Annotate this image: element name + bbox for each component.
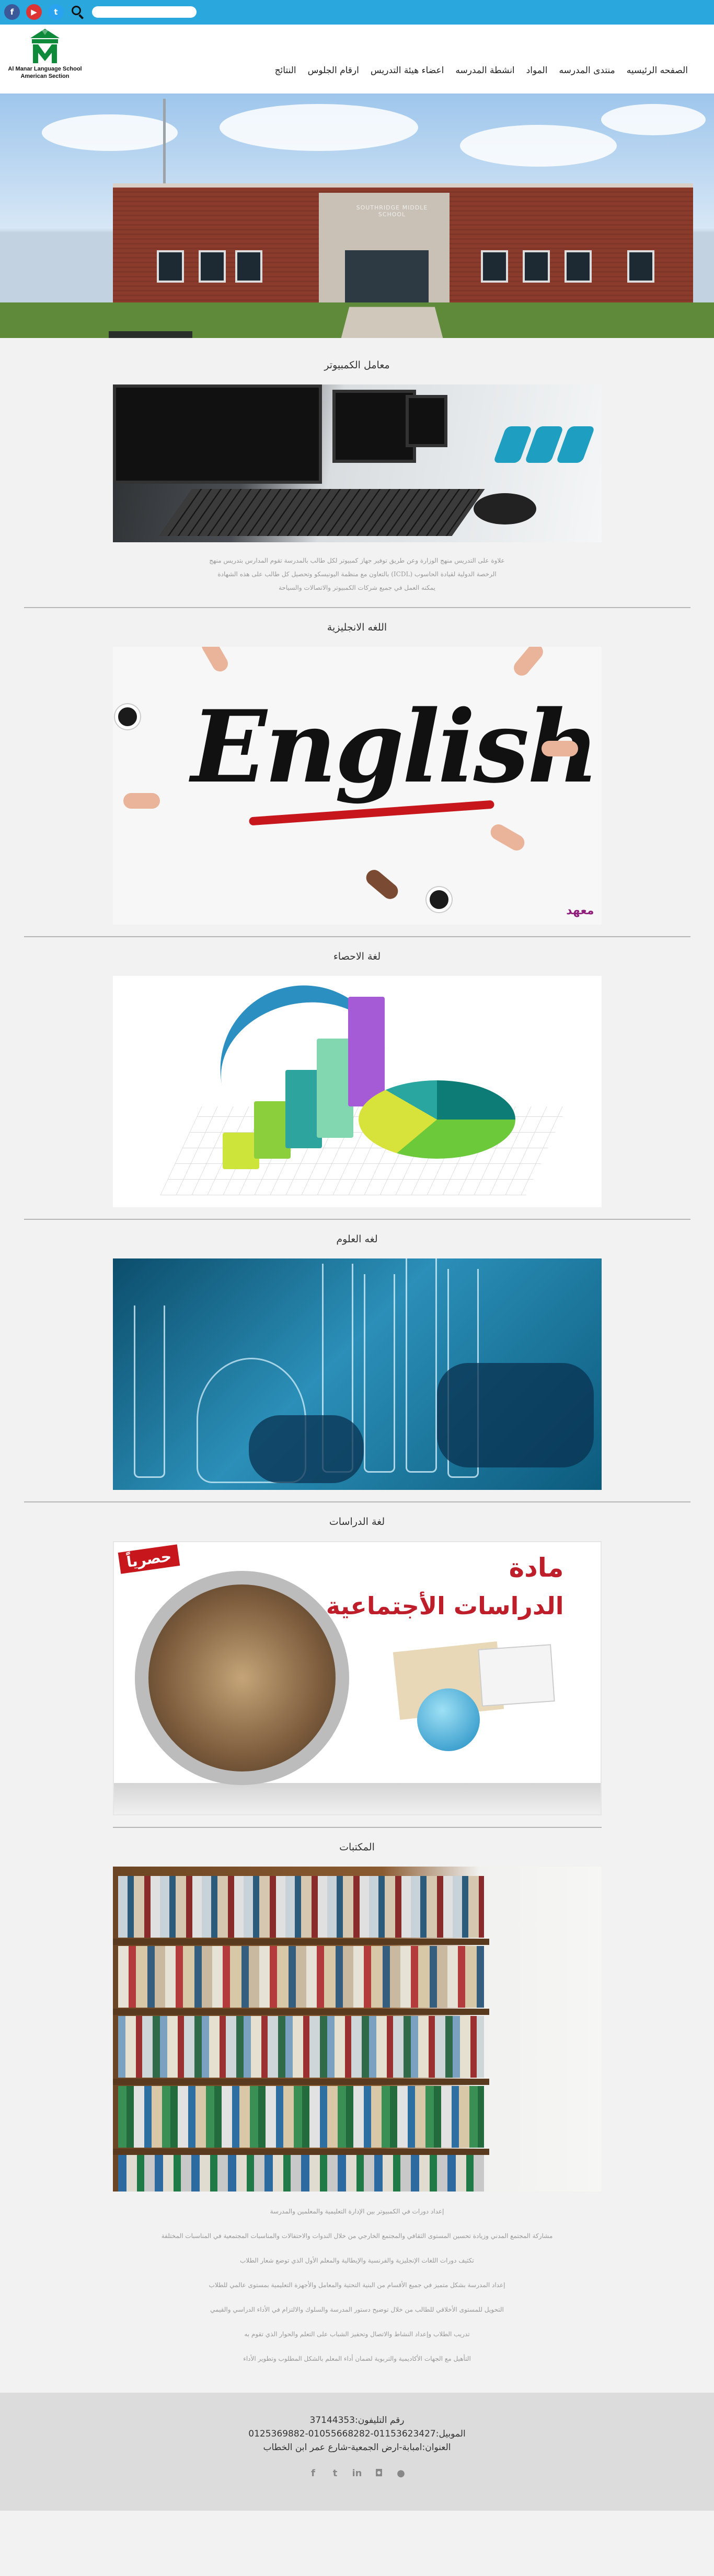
section-social-studies: لغة الدراسات حصرياً مادة الدراسات الأجتم… [0, 1502, 714, 1828]
social-image-badge: حصرياً [118, 1544, 180, 1574]
nav-item-home[interactable]: الصفحه الرئيسيه [627, 65, 688, 76]
list-item: التأهيل مع الجهات الأكاديمية والتربوية ل… [243, 2355, 471, 2362]
list-item: التحويل للمستوى الأخلاقي للطالب من خلال … [210, 2306, 504, 2313]
section-computer-labs: معامل الكمبيوتر علاوة على التدريس منهج ا… [0, 346, 714, 608]
site-header: Al Manar Language School American Sectio… [0, 25, 714, 94]
nav-item-subjects[interactable]: المواد [526, 65, 548, 76]
contact-info: رقم التليفون:37144353 الموبيل:0115362342… [0, 2393, 714, 2454]
logo-mark-icon [27, 28, 63, 64]
linkedin-icon[interactable]: in [352, 2468, 362, 2479]
section-english: اللغه الانجليزية English معهد [0, 608, 714, 937]
library-goals-list: إعداد دورات في الكمبيوتر بين الإدارة الت… [96, 2192, 618, 2393]
library-image [112, 1867, 602, 2192]
logo-line-2: American Section [20, 73, 70, 79]
school-ground-sign [109, 331, 192, 338]
section-science: لغه العلوم [0, 1220, 714, 1502]
computer-desc-line-2: الرخصة الدولية لقيادة الحاسوب (ICDL) بال… [217, 570, 497, 578]
school-logo[interactable]: Al Manar Language School American Sectio… [3, 28, 87, 90]
list-item: تدريب الطلاب وإعداد النشاط والاتصال وتحف… [244, 2330, 470, 2338]
twitter-icon[interactable]: t [330, 2468, 340, 2479]
logo-text: Al Manar Language School American Sectio… [3, 65, 87, 80]
social-studies-image: حصرياً مادة الدراسات الأجتماعية [112, 1541, 602, 1815]
search-icon[interactable] [70, 4, 86, 20]
footer-phone: رقم التليفون:37144353 [309, 2415, 405, 2426]
science-image [112, 1258, 602, 1490]
section-title-science: لغه العلوم [336, 1233, 378, 1245]
building-sign: SOUTHRIDGE MIDDLE SCHOOL [356, 204, 428, 218]
instagram-icon[interactable]: ◘ [374, 2468, 384, 2479]
hero-school-photo: SOUTHRIDGE MIDDLE SCHOOL [0, 94, 714, 338]
footer-social-icons: f t in ◘ ● [0, 2468, 714, 2479]
footer-address: العنوان:امبابة-ارض الجمعية-شارع عمر ابن … [263, 2442, 451, 2453]
section-title-social: لغة الدراسات [329, 1516, 385, 1528]
social-image-title-2: الدراسات الأجتماعية [326, 1592, 564, 1620]
site-footer: رقم التليفون:37144353 الموبيل:0115362342… [0, 2393, 714, 2511]
list-item: مشاركة المجتمع المدني وزيادة تحسين المست… [161, 2232, 553, 2240]
nav-item-results[interactable]: النتائج [275, 65, 296, 76]
logo-line-1: Al Manar Language School [8, 66, 82, 72]
facebook-icon[interactable]: f [308, 2468, 318, 2479]
list-item: إعداد دورات في الكمبيوتر بين الإدارة الت… [270, 2208, 444, 2215]
section-title-statistics: لغة الاحصاء [333, 951, 381, 962]
nav-item-staff[interactable]: اعضاء هيئة التدريس [371, 65, 444, 76]
social-links: f ▶ t [4, 4, 197, 20]
main-nav: الصفحه الرئيسيه منتدى المدرسه المواد انش… [275, 65, 688, 76]
search-input[interactable] [92, 6, 197, 18]
facebook-icon[interactable]: f [4, 4, 20, 20]
nav-item-forum[interactable]: منتدى المدرسه [559, 65, 615, 76]
top-bar: f ▶ t [0, 0, 714, 25]
english-image-brand: معهد [566, 904, 594, 917]
nav-item-seat-numbers[interactable]: ارقام الجلوس [308, 65, 359, 76]
apple-icon[interactable]: ● [396, 2468, 406, 2479]
social-image-title-1: مادة [509, 1553, 564, 1583]
computer-description: علاوة على التدريس منهج الوزارة وعن طريق … [113, 542, 602, 607]
english-image: English معهد [112, 647, 602, 925]
computer-desc-line-1: علاوة على التدريس منهج الوزارة وعن طريق … [209, 557, 505, 564]
youtube-icon[interactable]: ▶ [26, 4, 42, 20]
list-item: تكثيف دورات اللغات الإنجليزية والفرنسية … [240, 2257, 474, 2264]
twitter-icon[interactable]: t [48, 4, 64, 20]
computer-desc-line-3: يمكنه العمل في جميع شركات الكمبيوتر والا… [279, 584, 435, 591]
statistics-image [112, 976, 602, 1207]
section-title-computer: معامل الكمبيوتر [324, 359, 390, 371]
section-statistics: لغة الاحصاء [0, 937, 714, 1220]
section-title-library: المكتبات [339, 1841, 375, 1853]
main-content: معامل الكمبيوتر علاوة على التدريس منهج ا… [0, 338, 714, 2393]
english-image-word: English [191, 689, 600, 805]
section-libraries: المكتبات إعداد دورات في الكمبيوتر بين ال… [0, 1828, 714, 2393]
nav-item-activities[interactable]: انشطة المدرسه [455, 65, 514, 76]
list-item: إعداد المدرسة بشكل متميز في جميع الأقسام… [209, 2281, 505, 2289]
footer-mobile: الموبيل:01153623427-01055668282-01253698… [248, 2429, 466, 2439]
computer-lab-image [112, 384, 602, 542]
section-title-english: اللغه الانجليزية [327, 622, 387, 633]
